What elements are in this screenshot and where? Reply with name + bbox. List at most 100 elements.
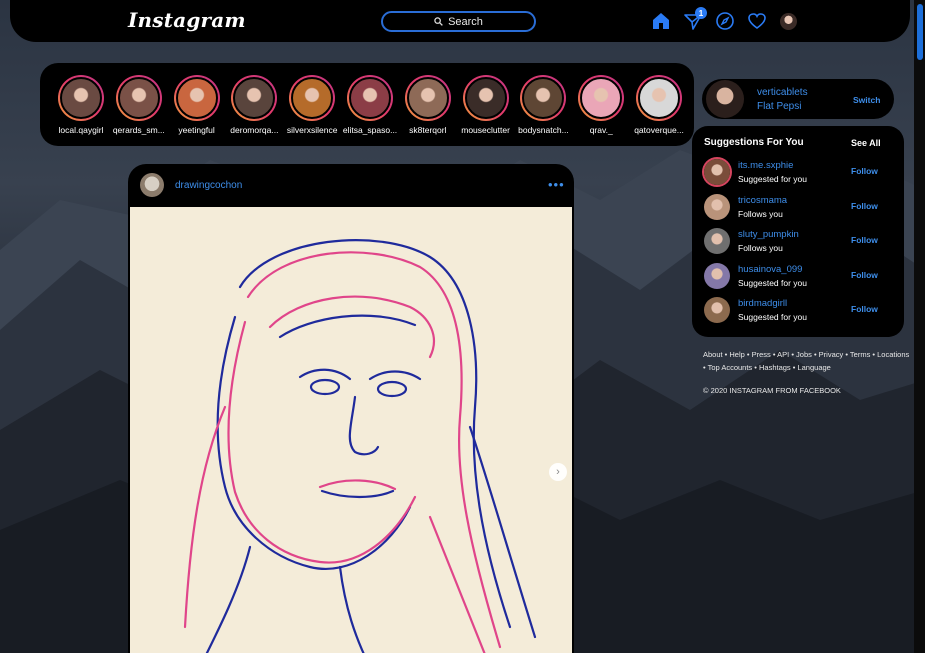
story-avatar bbox=[175, 77, 218, 119]
footer-links[interactable]: About • Help • Press • API • Jobs • Priv… bbox=[703, 348, 913, 374]
suggestion-row: its.me.sxphie Suggested for you Follow bbox=[704, 158, 894, 188]
carousel-next-button[interactable]: › bbox=[549, 463, 567, 481]
suggestion-username[interactable]: husainova_099 bbox=[738, 264, 802, 275]
story-item[interactable]: qrav._ bbox=[572, 75, 630, 135]
activity-heart-icon[interactable] bbox=[747, 11, 767, 31]
follow-button[interactable]: Follow bbox=[851, 304, 878, 314]
portrait-sketch-image bbox=[130, 207, 572, 653]
story-username: bodysnatch... bbox=[518, 125, 569, 135]
story-username: silverxsilence bbox=[286, 125, 338, 135]
post-image[interactable]: › bbox=[130, 207, 572, 653]
story-avatar bbox=[638, 77, 680, 119]
current-user-username[interactable]: verticablets bbox=[757, 87, 808, 98]
post-author-username[interactable]: drawingcochon bbox=[175, 180, 242, 191]
suggestion-avatar[interactable] bbox=[704, 297, 730, 324]
story-item[interactable]: qatoverque... bbox=[630, 75, 688, 135]
story-avatar bbox=[233, 77, 276, 119]
suggestion-row: husainova_099 Suggested for you Follow bbox=[704, 262, 894, 292]
suggestion-username[interactable]: birdmadgirll bbox=[738, 298, 787, 309]
scrollbar-thumb[interactable] bbox=[917, 4, 923, 60]
see-all-link[interactable]: See All bbox=[851, 138, 881, 148]
follow-button[interactable]: Follow bbox=[851, 270, 878, 280]
story-item[interactable]: local.qaygirl bbox=[52, 75, 110, 135]
message-count-badge: 1 bbox=[695, 7, 707, 19]
suggestion-row: birdmadgirll Suggested for you Follow bbox=[704, 296, 894, 326]
follow-button[interactable]: Follow bbox=[851, 201, 878, 211]
story-item[interactable]: qerards_sm... bbox=[110, 75, 168, 135]
story-avatar bbox=[349, 77, 391, 119]
post-options-icon[interactable]: ••• bbox=[548, 177, 565, 192]
story-avatar-ring[interactable] bbox=[58, 75, 104, 121]
story-avatar-ring[interactable] bbox=[636, 75, 682, 121]
suggestion-row: tricosmama Follows you Follow bbox=[704, 193, 894, 223]
follow-button[interactable]: Follow bbox=[851, 166, 878, 176]
story-avatar-ring[interactable] bbox=[404, 75, 451, 121]
suggestion-reason: Follows you bbox=[738, 243, 783, 254]
story-avatar-ring[interactable] bbox=[231, 75, 278, 121]
story-avatar-ring[interactable] bbox=[115, 75, 162, 121]
suggestions-title: Suggestions For You bbox=[704, 137, 804, 148]
instagram-logo[interactable]: Instagram bbox=[128, 8, 246, 32]
suggestion-reason: Follows you bbox=[738, 208, 783, 219]
suggestion-avatar[interactable] bbox=[704, 193, 730, 220]
story-avatar bbox=[406, 77, 449, 119]
story-item[interactable]: silverxsilence bbox=[283, 75, 341, 135]
story-username: qatoverque... bbox=[634, 125, 684, 135]
search-icon bbox=[434, 17, 443, 26]
suggestion-reason: Suggested for you bbox=[738, 277, 807, 288]
story-item[interactable]: bodysnatch... bbox=[514, 75, 572, 135]
story-item[interactable]: yeetingful bbox=[168, 75, 226, 135]
current-user-avatar[interactable] bbox=[706, 80, 744, 118]
suggestion-avatar[interactable] bbox=[704, 159, 730, 185]
search-input[interactable]: Search bbox=[381, 11, 536, 32]
suggestion-reason: Suggested for you bbox=[738, 312, 807, 323]
explore-compass-icon[interactable] bbox=[715, 11, 735, 31]
story-item[interactable]: mouseclutter bbox=[457, 75, 515, 135]
suggestion-avatar[interactable] bbox=[704, 228, 730, 255]
story-avatar-ring[interactable] bbox=[578, 75, 625, 121]
suggestion-username[interactable]: its.me.sxphie bbox=[738, 160, 793, 171]
story-username: qrav._ bbox=[589, 125, 613, 135]
scrollbar[interactable] bbox=[914, 0, 925, 653]
suggestions-panel: Suggestions For You See All its.me.sxphi… bbox=[692, 126, 904, 337]
story-avatar bbox=[580, 77, 623, 119]
story-avatar-ring[interactable] bbox=[462, 75, 509, 121]
profile-avatar[interactable] bbox=[780, 13, 797, 30]
story-avatar-ring[interactable] bbox=[520, 75, 567, 121]
story-username: local.qaygirl bbox=[58, 125, 104, 135]
story-avatar bbox=[60, 77, 102, 119]
copyright-text: © 2020 INSTAGRAM FROM FACEBOOK bbox=[703, 386, 841, 395]
suggestion-avatar[interactable] bbox=[704, 262, 730, 289]
post-author-avatar[interactable] bbox=[140, 173, 164, 197]
story-item[interactable]: deromorqa... bbox=[225, 75, 283, 135]
story-avatar bbox=[522, 77, 565, 119]
story-avatar-ring[interactable] bbox=[289, 75, 336, 121]
post-header: drawingcochon ••• bbox=[128, 164, 574, 207]
story-username: yeetingful bbox=[178, 125, 215, 135]
suggestion-reason: Suggested for you bbox=[738, 174, 807, 184]
search-placeholder: Search bbox=[448, 15, 483, 28]
story-username: mouseclutter bbox=[461, 125, 510, 135]
suggestion-username[interactable]: tricosmama bbox=[738, 195, 787, 206]
feed-post: drawingcochon ••• › bbox=[128, 164, 574, 653]
switch-account-button[interactable]: Switch bbox=[853, 95, 880, 105]
suggestion-row: sluty_pumpkin Follows you Follow bbox=[704, 227, 894, 257]
suggestion-username[interactable]: sluty_pumpkin bbox=[738, 229, 799, 240]
stories-tray: local.qaygirl qerards_sm... yeetingful dero… bbox=[40, 63, 694, 146]
current-user-card: verticablets Flat Pepsi Switch bbox=[702, 79, 894, 119]
story-username: deromorqa... bbox=[230, 125, 279, 135]
story-avatar-ring[interactable] bbox=[173, 75, 220, 121]
direct-message-icon[interactable]: 1 bbox=[683, 7, 707, 31]
story-username: elitsa_spaso... bbox=[342, 125, 398, 135]
story-avatar bbox=[291, 77, 334, 119]
top-navigation-bar: Instagram Search 1 bbox=[10, 0, 910, 42]
current-user-fullname: Flat Pepsi bbox=[757, 101, 802, 112]
story-avatar bbox=[464, 77, 507, 119]
story-item[interactable]: sk8terqorl bbox=[399, 75, 457, 135]
story-username: sk8terqorl bbox=[409, 125, 447, 135]
story-item[interactable]: elitsa_spaso... bbox=[341, 75, 399, 135]
follow-button[interactable]: Follow bbox=[851, 235, 878, 245]
story-avatar bbox=[117, 77, 160, 119]
home-icon[interactable] bbox=[651, 11, 671, 31]
story-avatar-ring[interactable] bbox=[347, 75, 393, 121]
